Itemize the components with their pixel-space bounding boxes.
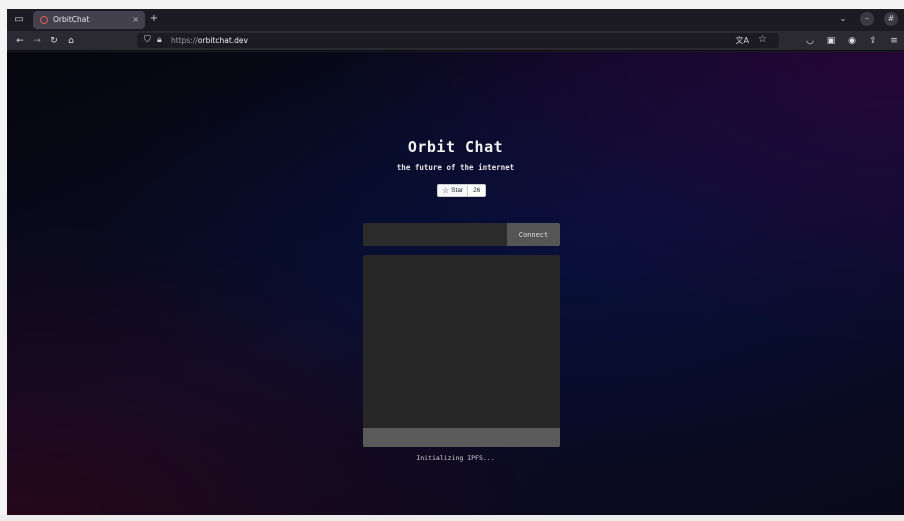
address-bar[interactable]: ⛉ 🔒︎ https://orbitchat.dev 文A ☆: [137, 33, 779, 48]
url-text[interactable]: https://orbitchat.dev: [171, 34, 248, 47]
extensions-icon[interactable]: ⇪: [867, 34, 879, 48]
forward-arrow-icon[interactable]: →: [30, 34, 44, 48]
window-icon[interactable]: ▭: [13, 14, 25, 26]
new-tab-button[interactable]: +: [147, 12, 161, 26]
reload-icon[interactable]: ↻: [47, 34, 61, 48]
page-tagline: the future of the internet: [396, 163, 515, 172]
tracking-shield-icon[interactable]: ⛉: [144, 34, 151, 47]
tab-close-icon[interactable]: ×: [132, 14, 139, 26]
list-all-tabs-icon[interactable]: ⌄: [836, 12, 850, 26]
github-star-button[interactable]: ☆ Star: [437, 184, 469, 197]
tab-orbitchat[interactable]: OrbitChat ×: [33, 11, 145, 29]
chat-message-input[interactable]: [363, 428, 560, 447]
connect-row: Connect: [363, 223, 560, 246]
status-text: Initializing IPFS...: [416, 454, 495, 462]
translate-icon[interactable]: 文A: [736, 34, 749, 47]
pocket-icon[interactable]: ◡: [804, 34, 816, 48]
connect-input[interactable]: [363, 223, 507, 246]
back-arrow-icon[interactable]: ←: [13, 34, 27, 48]
account-icon[interactable]: ◉: [846, 34, 858, 48]
maximize-button[interactable]: #: [884, 12, 898, 26]
tab-bar: ▭ OrbitChat × + ⌄ – #: [7, 9, 904, 31]
favicon-icon: [40, 16, 48, 24]
star-icon: ☆: [442, 186, 450, 195]
screen-bottom-edge: [0, 515, 904, 521]
toolbar-right: ◡ ▣ ◉ ⇪ ≡: [804, 34, 900, 48]
star-count[interactable]: 26: [468, 184, 487, 197]
chat-messages-panel: [363, 255, 560, 428]
connect-button[interactable]: Connect: [507, 223, 560, 246]
hamburger-menu-icon[interactable]: ≡: [888, 34, 900, 48]
url-host: orbitchat.dev: [197, 36, 248, 45]
navigation-bar: ← → ↻ ⌂ ⛉ 🔒︎ https://orbitchat.dev 文A ☆ …: [7, 31, 904, 51]
lock-icon[interactable]: 🔒︎: [157, 34, 162, 47]
page-content: Orbit Chat the future of the internet ☆ …: [7, 52, 904, 515]
tab-title: OrbitChat: [53, 15, 90, 24]
window-controls: ⌄ – #: [836, 12, 898, 26]
browser-window: ▭ OrbitChat × + ⌄ – # ← → ↻ ⌂ ⛉ 🔒︎ https…: [7, 9, 904, 515]
minimize-button[interactable]: –: [860, 12, 874, 26]
github-star-widget: ☆ Star 26: [437, 184, 487, 197]
page-title: Orbit Chat: [407, 138, 504, 156]
star-label: Star: [451, 187, 464, 194]
url-prefix: https://: [171, 36, 198, 45]
bookmark-star-icon[interactable]: ☆: [758, 33, 767, 47]
sidebar-icon[interactable]: ▣: [825, 34, 837, 48]
home-icon[interactable]: ⌂: [64, 34, 78, 48]
